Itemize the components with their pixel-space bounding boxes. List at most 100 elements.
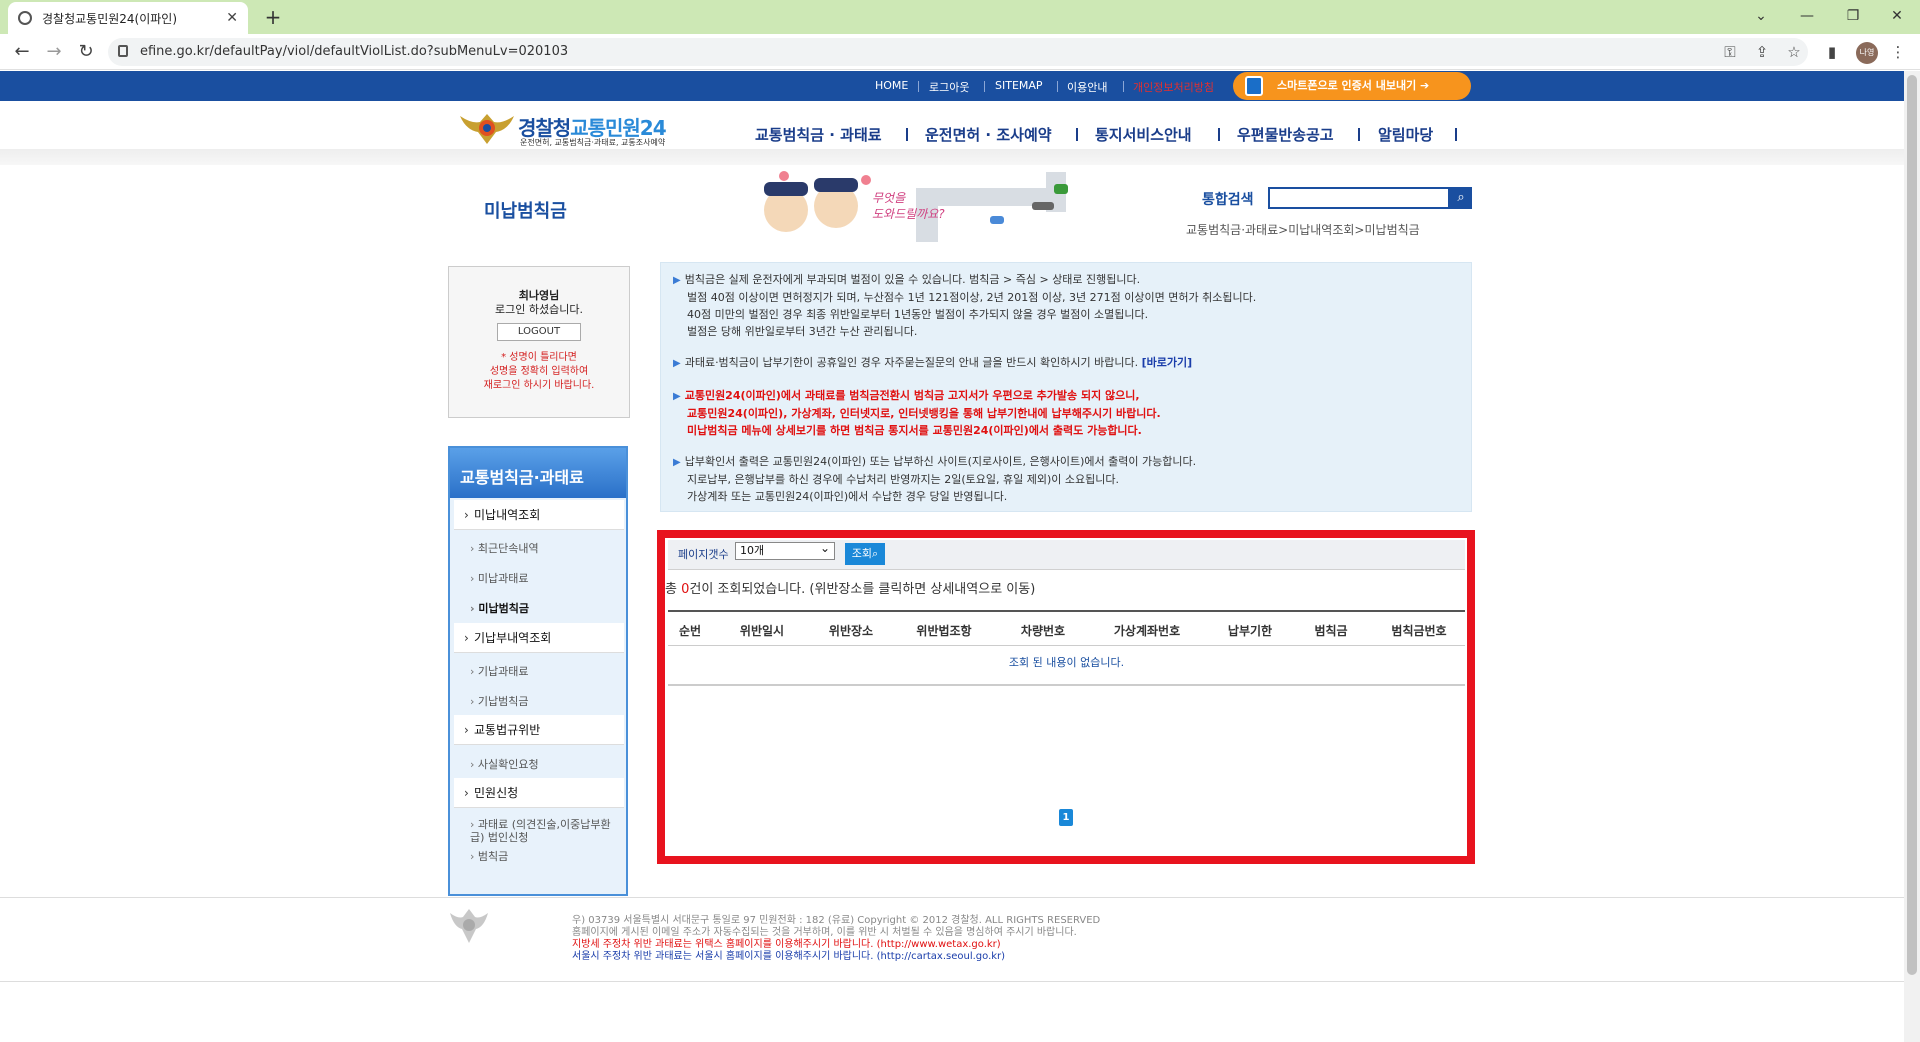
sidebar-item-unpaid-penalty[interactable]: 미납범칙금 — [470, 600, 529, 616]
minimize-button[interactable]: — — [1784, 0, 1830, 34]
column-header: 위반법조항 — [916, 624, 972, 638]
sidebar-nav: 교통범칙금·과태료 미납내역조회 최근단속내역 미납과태료 미납범칙금 기납부내… — [448, 446, 628, 896]
divider — [918, 81, 919, 92]
search-button[interactable]: ⌕ — [1450, 187, 1472, 209]
browser-toolbar: ← → ↻ efine.go.kr/defaultPay/viol/defaul… — [0, 34, 1920, 70]
page-number-1[interactable]: 1 — [1059, 809, 1073, 826]
close-window-button[interactable]: ✕ — [1874, 0, 1920, 34]
address-bar[interactable]: efine.go.kr/defaultPay/viol/defaultViolL… — [108, 38, 1808, 66]
menu-dots-icon[interactable]: ⋮ — [1888, 42, 1908, 62]
column-header: 가상계좌번호 — [1113, 624, 1181, 638]
forward-button[interactable]: → — [40, 38, 68, 66]
guide-link[interactable]: 이용안내 — [1067, 79, 1107, 95]
user-name: 최나영님 — [518, 289, 560, 302]
column-header: 위반일시 — [739, 624, 785, 638]
site-topbar: HOME 로그아웃 SITEMAP 이용안내 개인정보처리방침 스마트폰으로 인… — [0, 71, 1920, 101]
info-notice-box: ▶ 범칙금은 실제 운전자에게 부과되며 벌점이 있을 수 있습니다. 범칙금 >… — [660, 262, 1472, 512]
police-emblem-icon[interactable] — [458, 110, 516, 148]
restore-button[interactable]: ❐ — [1830, 0, 1876, 34]
breadcrumb: 교통범칙금·과태료>미납내역조회>미납범칙금 — [1186, 223, 1420, 237]
share-icon[interactable]: ⇪ — [1752, 42, 1772, 62]
mascot-speech: 무엇을 도와드릴까요? — [872, 191, 945, 221]
export-cert-label: 스마트폰으로 인증서 내보내기 ➔ — [1277, 79, 1430, 92]
sitemap-link[interactable]: SITEMAP — [995, 79, 1043, 92]
sidebar-item-penalty-petition[interactable]: 범칙금 — [470, 848, 508, 864]
page-size-select[interactable]: 10개 — [735, 540, 835, 560]
bullet-icon: ▶ — [673, 358, 681, 369]
gnb-fines[interactable]: 교통범칙금 · 과태료 — [755, 124, 882, 145]
column-header: 범칙금 — [1314, 624, 1348, 638]
sidebar-item-recent-enforcement[interactable]: 최근단속내역 — [470, 540, 539, 556]
divider — [1358, 128, 1360, 141]
smartphone-icon — [1245, 76, 1263, 96]
info-penalty-points: ▶ 범칙금은 실제 운전자에게 부과되며 벌점이 있을 수 있습니다. 범칙금 >… — [673, 273, 1257, 338]
bookmark-star-icon[interactable]: ☆ — [1784, 42, 1804, 62]
search-icon: ⌕ — [872, 547, 879, 560]
gnb-returned-mail[interactable]: 우편물반송공고 — [1237, 124, 1334, 145]
divider — [1076, 128, 1078, 141]
footer-seoul-tax-notice[interactable]: 서울시 주정차 위반 과태료는 서울시 홈페이지를 이용해주시기 바랍니다. (… — [572, 947, 1005, 962]
bullet-icon: ▶ — [673, 275, 681, 286]
sidebar-item-petition[interactable]: 민원신청 — [454, 778, 624, 808]
column-header: 납부기한 — [1227, 624, 1273, 638]
column-header: 범칙금번호 — [1391, 624, 1447, 638]
divider — [1455, 128, 1457, 141]
sidebar-item-traffic-violation[interactable]: 교통법규위반 — [454, 715, 624, 745]
search-input[interactable] — [1268, 187, 1450, 209]
logout-link[interactable]: 로그아웃 — [929, 79, 969, 95]
result-count: 총 0건이 조회되었습니다. (위반장소를 클릭하면 상세내역으로 이동) — [665, 582, 1036, 597]
search-label: 통합검색 — [1202, 192, 1254, 208]
logo-subtitle: 운전면허, 교통범칙금·과태료, 교통조사예약 — [520, 138, 666, 147]
inquiry-button[interactable]: 조회⌕ — [845, 543, 885, 565]
sidebar-item-corporate-request[interactable]: 과태료 (의견진술,이중납부환급) 법인신청 — [470, 818, 620, 844]
close-tab-icon[interactable]: ✕ — [226, 10, 238, 26]
info-conversion-warning: ▶ 교통민원24(이파인)에서 과태료를 범칙금전환시 범칙금 고지서가 우편으로… — [673, 389, 1161, 437]
sidebar-item-fact-check[interactable]: 사실확인요청 — [470, 756, 539, 772]
export-cert-button[interactable]: 스마트폰으로 인증서 내보내기 ➔ — [1233, 72, 1471, 100]
column-header: 순번 — [678, 624, 702, 638]
page-scrollbar[interactable] — [1904, 71, 1920, 1042]
bullet-icon: ▶ — [673, 391, 681, 402]
footer-emblem-icon — [450, 909, 488, 943]
sidebar-item-paid-penalty[interactable]: 기납범칙금 — [470, 693, 529, 709]
name-warning: * 성명이 틀리다면 성명을 정확히 입력하여 재로그인 하시기 바랍니다. — [483, 352, 595, 391]
column-header: 위반장소 — [828, 624, 874, 638]
side-panel-icon[interactable]: ▮ — [1822, 42, 1842, 62]
gnb-license[interactable]: 운전면허 · 조사예약 — [925, 124, 1052, 145]
url-text: efine.go.kr/defaultPay/viol/defaultViolL… — [140, 44, 569, 59]
reload-button[interactable]: ↻ — [72, 38, 100, 66]
browser-tab[interactable]: 경찰청교통민원24(이파인) ✕ — [8, 2, 248, 34]
column-header: 차량번호 — [1020, 624, 1066, 638]
browser-tabstrip: 경찰청교통민원24(이파인) ✕ + ⌄ — ❐ ✕ — [0, 0, 1920, 34]
scrollbar-thumb[interactable] — [1907, 75, 1917, 975]
login-box: 최나영님 로그인 하셨습니다. LOGOUT * 성명이 틀리다면 성명을 정확… — [448, 266, 630, 418]
sidebar-item-unpaid-inquiry[interactable]: 미납내역조회 — [454, 500, 624, 530]
key-icon[interactable]: ⚿ — [1720, 42, 1740, 62]
divider — [1057, 81, 1058, 92]
tab-title: 경찰청교통민원24(이파인) — [42, 11, 178, 26]
login-status: 로그인 하셨습니다. — [495, 303, 583, 316]
gnb-notification[interactable]: 통지서비스안내 — [1095, 124, 1192, 145]
empty-result-row: 조회 된 내용이 없습니다. — [668, 646, 1465, 686]
tab-search-icon[interactable]: ⌄ — [1738, 0, 1784, 34]
home-link[interactable]: HOME — [875, 79, 908, 92]
sidebar-item-paid-fines[interactable]: 기납과태료 — [470, 663, 529, 679]
divider — [1218, 128, 1220, 141]
profile-avatar[interactable]: 나영 — [1856, 42, 1878, 64]
faq-shortcut-link[interactable]: [바로가기] — [1142, 356, 1193, 369]
search-icon: ⌕ — [1457, 190, 1465, 205]
sidebar-item-paid-inquiry[interactable]: 기납부내역조회 — [454, 623, 624, 653]
divider — [984, 81, 985, 92]
bullet-icon: ▶ — [673, 457, 681, 468]
header-shadow — [0, 149, 1920, 165]
sidebar-item-unpaid-fines[interactable]: 미납과태료 — [470, 570, 529, 586]
back-button[interactable]: ← — [8, 38, 36, 66]
info-holiday-deadline: ▶ 과태료·범칙금이 납부기한이 공휴일인 경우 자주묻는질문의 안내 글을 반드… — [673, 356, 1193, 369]
privacy-link[interactable]: 개인정보처리방침 — [1133, 79, 1214, 95]
new-tab-button[interactable]: + — [260, 4, 286, 30]
sidebar-heading: 교통범칙금·과태료 — [450, 448, 626, 498]
info-payment-confirmation: ▶ 납부확인서 출력은 교통민원24(이파인) 또는 납부하신 사이트(지로사이트… — [673, 455, 1197, 503]
gnb-notice[interactable]: 알림마당 — [1378, 124, 1433, 145]
page-title: 미납범칙금 — [484, 201, 567, 222]
logout-button[interactable]: LOGOUT — [497, 323, 581, 341]
